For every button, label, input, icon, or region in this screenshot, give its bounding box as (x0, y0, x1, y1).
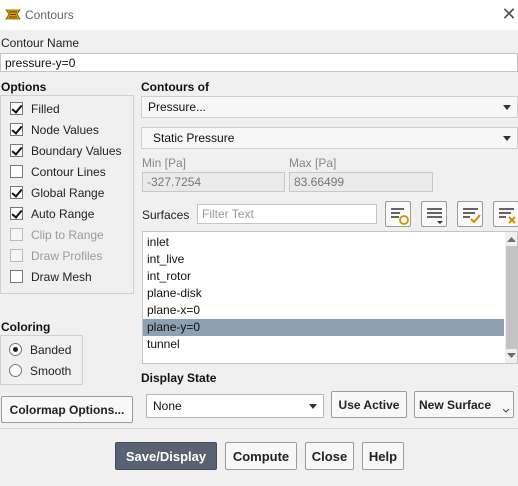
surfaces-filter-placeholder: Filter Text (202, 207, 254, 221)
close-button[interactable]: Close (305, 442, 354, 470)
list-select-icon (391, 208, 409, 225)
option-auto-range[interactable]: Auto Range (10, 203, 134, 224)
option-global-range[interactable]: Global Range (10, 182, 134, 203)
max-label: Max [Pa] (289, 156, 337, 170)
checkbox[interactable] (10, 270, 23, 283)
select-highlighted-button[interactable] (385, 201, 411, 227)
options-list: Filled Node Values Boundary Values Conto… (10, 98, 134, 287)
checkbox (10, 228, 23, 241)
list-clear-icon (499, 208, 516, 224)
contours-variable-value: Static Pressure (153, 131, 235, 145)
contour-name-field[interactable]: pressure-y=0 (0, 53, 518, 72)
window-title: Contours (25, 8, 74, 22)
display-state-value: None (153, 399, 182, 413)
display-state-dropdown[interactable]: None (146, 394, 324, 418)
contours-variable-dropdown[interactable]: Static Pressure (141, 127, 518, 149)
chevron-down-icon (503, 135, 511, 141)
help-button[interactable]: Help (362, 442, 404, 470)
surfaces-label: Surfaces (142, 208, 190, 222)
scrollbar-thumb[interactable] (506, 246, 517, 349)
option-clip-to-range: Clip to Range (10, 224, 134, 245)
list-options-button[interactable] (421, 201, 447, 227)
title-bar (0, 0, 518, 30)
select-all-button[interactable] (457, 201, 483, 227)
surfaces-list[interactable]: inlet int_live int_rotor plane-disk plan… (142, 231, 518, 364)
coloring-banded[interactable]: Banded (9, 339, 71, 360)
coloring-options: Banded Smooth (9, 339, 71, 381)
list-item[interactable]: inlet (143, 234, 504, 251)
contours-category-dropdown[interactable]: Pressure... (141, 96, 518, 118)
contour-name-label: Contour Name (1, 36, 80, 50)
new-surface-button[interactable]: New Surface (414, 391, 514, 418)
scroll-up-icon[interactable] (507, 236, 516, 243)
list-item[interactable]: plane-disk (143, 285, 504, 302)
save-display-button[interactable]: Save/Display (115, 442, 217, 470)
list-item[interactable]: plane-x=0 (143, 302, 504, 319)
list-item[interactable]: int_live (143, 251, 504, 268)
list-item[interactable]: int_rotor (143, 268, 504, 285)
option-contour-lines[interactable]: Contour Lines (10, 161, 134, 182)
option-draw-profiles: Draw Profiles (10, 245, 134, 266)
chevron-down-icon (503, 409, 509, 413)
min-label: Min [Pa] (142, 156, 187, 170)
option-filled[interactable]: Filled (10, 98, 134, 119)
display-state-header: Display State (141, 371, 217, 385)
scroll-down-icon[interactable] (507, 352, 516, 359)
surfaces-filter-input[interactable]: Filter Text (197, 204, 377, 224)
checkbox[interactable] (10, 186, 23, 199)
checkbox[interactable] (10, 102, 23, 115)
close-icon[interactable]: ✕ (498, 3, 518, 25)
coloring-smooth[interactable]: Smooth (9, 360, 71, 381)
checkbox[interactable] (10, 144, 23, 157)
checkbox[interactable] (10, 123, 23, 136)
option-node-values[interactable]: Node Values (10, 119, 134, 140)
colormap-options-button[interactable]: Colormap Options... (1, 396, 133, 423)
min-field: -327.7254 (142, 172, 285, 192)
use-active-button[interactable]: Use Active (331, 391, 407, 418)
footer-divider (0, 428, 518, 429)
coloring-header: Coloring (1, 320, 51, 334)
radio-button[interactable] (9, 343, 22, 356)
options-header: Options (1, 80, 47, 94)
list-item-selected[interactable]: plane-y=0 (143, 319, 504, 336)
contours-category-value: Pressure... (148, 100, 207, 114)
max-field: 83.66499 (289, 172, 433, 192)
contours-of-header: Contours of (141, 80, 209, 94)
list-dropdown-icon (427, 208, 443, 224)
list-item[interactable]: tunnel (143, 336, 504, 353)
checkbox[interactable] (10, 165, 23, 178)
option-boundary-values[interactable]: Boundary Values (10, 140, 134, 161)
checkbox (10, 249, 23, 262)
surfaces-scrollbar[interactable] (505, 232, 517, 363)
deselect-all-button[interactable] (493, 201, 518, 227)
new-surface-label: New Surface (419, 397, 492, 412)
option-draw-mesh[interactable]: Draw Mesh (10, 266, 134, 287)
surfaces-list-items: inlet int_live int_rotor plane-disk plan… (143, 234, 504, 353)
fluent-app-icon (5, 9, 21, 20)
chevron-down-icon (503, 104, 511, 110)
compute-button[interactable]: Compute (225, 442, 297, 470)
checkbox[interactable] (10, 207, 23, 220)
radio-button[interactable] (9, 364, 22, 377)
list-check-icon (463, 208, 481, 224)
chevron-down-icon (309, 403, 317, 409)
